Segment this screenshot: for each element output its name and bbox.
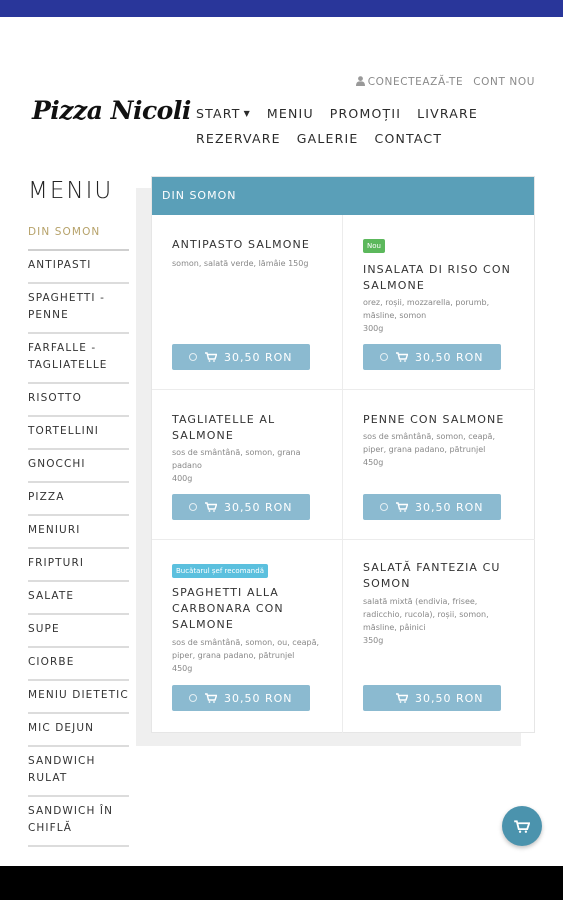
sidebar-item-gnocchi[interactable]: GNOCCHI (28, 450, 129, 483)
product-description: sos de smântână, somon, ou, ceapă, piper… (172, 638, 320, 660)
sidebar-item-risotto[interactable]: RISOTTO (28, 384, 129, 417)
sidebar-menu: DIN SOMON ANTIPASTI SPAGHETTI - PENNE FA… (28, 218, 129, 847)
sidebar-item-salate[interactable]: SALATE (28, 582, 129, 615)
product-description: somon, salată verde, lămâie 150g (172, 259, 309, 268)
nav-contact[interactable]: CONTACT (375, 131, 443, 146)
chef-recommends-badge: Bucătarul șef recomandă (172, 564, 268, 578)
add-to-cart-button[interactable]: 30,50 RON (363, 494, 501, 520)
product-weight: 450g (363, 458, 384, 467)
cart-icon (205, 693, 217, 703)
product-description: sos de smântână, somon, grana padano (172, 448, 301, 470)
sidebar-item-supe[interactable]: SUPE (28, 615, 129, 648)
cart-icon (514, 819, 530, 833)
category-header: DIN SOMON (152, 177, 534, 215)
add-to-cart-button[interactable]: 30,50 RON (363, 344, 501, 370)
product-name: PENNE CON SALMONE (363, 413, 505, 426)
logo[interactable]: Pizza Nicoli (32, 96, 191, 125)
product-card: Bucătarul șef recomandă SPAGHETTI ALLA C… (152, 540, 343, 733)
product-weight: 450g (172, 664, 193, 673)
cart-icon (396, 502, 408, 512)
product-card: TAGLIATELLE AL SALMONE sos de smântână, … (152, 390, 343, 540)
user-icon (355, 76, 365, 86)
cart-icon (205, 502, 217, 512)
sidebar-title: MENIU (28, 178, 114, 204)
product-price: 30,50 RON (224, 691, 293, 705)
main-nav: START ▼ MENIU PROMOȚII LIVRARE REZERVARE … (196, 106, 496, 146)
spinner-icon (380, 353, 388, 361)
product-name: SPAGHETTI ALLA CARBONARA CON SALMONE (172, 586, 284, 631)
product-card: Nou INSALATA DI RISO CON SALMONE orez, r… (343, 215, 535, 390)
spinner-icon (189, 353, 197, 361)
product-description: sos de smântână, somon, ceapă, piper, gr… (363, 432, 495, 454)
product-name: SALATĂ FANTEZIA CU SOMON (363, 561, 501, 590)
spinner-icon (189, 694, 197, 702)
sidebar-item-meniu-dietetic[interactable]: MENIU DIETETIC (28, 681, 129, 714)
product-price: 30,50 RON (415, 691, 484, 705)
sidebar-item-mic-dejun[interactable]: MIC DEJUN (28, 714, 129, 747)
product-card: SALATĂ FANTEZIA CU SOMON salată mixtă (e… (343, 540, 535, 733)
add-to-cart-button[interactable]: 30,50 RON (172, 685, 310, 711)
nav-menu[interactable]: MENIU (267, 106, 314, 121)
status-bar (0, 0, 563, 17)
navigation-bar (0, 866, 563, 900)
nav-reservation[interactable]: REZERVARE (196, 131, 281, 146)
sidebar-item-pizza[interactable]: PIZZA (28, 483, 129, 516)
register-link[interactable]: CONT NOU (473, 76, 535, 88)
cart-icon (205, 352, 217, 362)
product-description: orez, roșii, mozzarella, porumb, măsline… (363, 298, 490, 320)
sidebar-item-ciorbe[interactable]: CIORBE (28, 648, 129, 681)
sidebar-item-sandwich-rulat[interactable]: SANDWICH RULAT (28, 747, 129, 797)
product-price: 30,50 RON (415, 350, 484, 364)
spinner-icon (189, 503, 197, 511)
product-name: INSALATA DI RISO CON SALMONE (363, 263, 511, 292)
nav-promotions[interactable]: PROMOȚII (330, 106, 401, 121)
product-price: 30,50 RON (415, 500, 484, 514)
product-card: PENNE CON SALMONE sos de smântână, somon… (343, 390, 535, 540)
add-to-cart-button[interactable]: 30,50 RON (172, 494, 310, 520)
sidebar-item-tortellini[interactable]: TORTELLINI (28, 417, 129, 450)
nav-start[interactable]: START ▼ (196, 106, 251, 121)
product-price: 30,50 RON (224, 350, 293, 364)
product-panel: DIN SOMON ANTIPASTO SALMONE somon, salat… (151, 176, 535, 733)
sidebar-item-sandwich-chifla[interactable]: SANDWICH ÎN CHIFLĂ (28, 797, 129, 847)
product-card: ANTIPASTO SALMONE somon, salată verde, l… (152, 215, 343, 390)
sidebar-item-farfalle-tagliatelle[interactable]: FARFALLE - TAGLIATELLE (28, 334, 129, 384)
product-weight: 300g (363, 324, 384, 333)
spinner-icon (380, 503, 388, 511)
sidebar-item-antipasti[interactable]: ANTIPASTI (28, 251, 129, 284)
product-name: ANTIPASTO SALMONE (172, 238, 310, 251)
sidebar-item-fripturi[interactable]: FRIPTURI (28, 549, 129, 582)
caret-down-icon: ▼ (243, 109, 251, 118)
nav-gallery[interactable]: GALERIE (297, 131, 359, 146)
sidebar-item-din-somon[interactable]: DIN SOMON (28, 218, 129, 251)
product-name: TAGLIATELLE AL SALMONE (172, 413, 276, 442)
nav-start-label: START (196, 106, 241, 121)
account-links: CONECTEAZĂ-TE CONT NOU (355, 76, 535, 88)
nav-delivery[interactable]: LIVRARE (417, 106, 478, 121)
floating-cart-button[interactable] (502, 806, 542, 846)
login-link[interactable]: CONECTEAZĂ-TE (355, 76, 464, 88)
add-to-cart-button[interactable]: 30,50 RON (363, 685, 501, 711)
login-label: CONECTEAZĂ-TE (367, 76, 464, 88)
cart-icon (396, 352, 408, 362)
product-price: 30,50 RON (224, 500, 293, 514)
product-weight: 400g (172, 474, 193, 483)
cart-icon (396, 693, 408, 703)
new-badge: Nou (363, 239, 385, 253)
product-weight: 350g (363, 636, 384, 645)
product-description: salată mixtă (endivia, frisee, radicchio… (363, 597, 489, 632)
sidebar-item-meniuri[interactable]: MENIURI (28, 516, 129, 549)
sidebar-item-spaghetti-penne[interactable]: SPAGHETTI - PENNE (28, 284, 129, 334)
add-to-cart-button[interactable]: 30,50 RON (172, 344, 310, 370)
